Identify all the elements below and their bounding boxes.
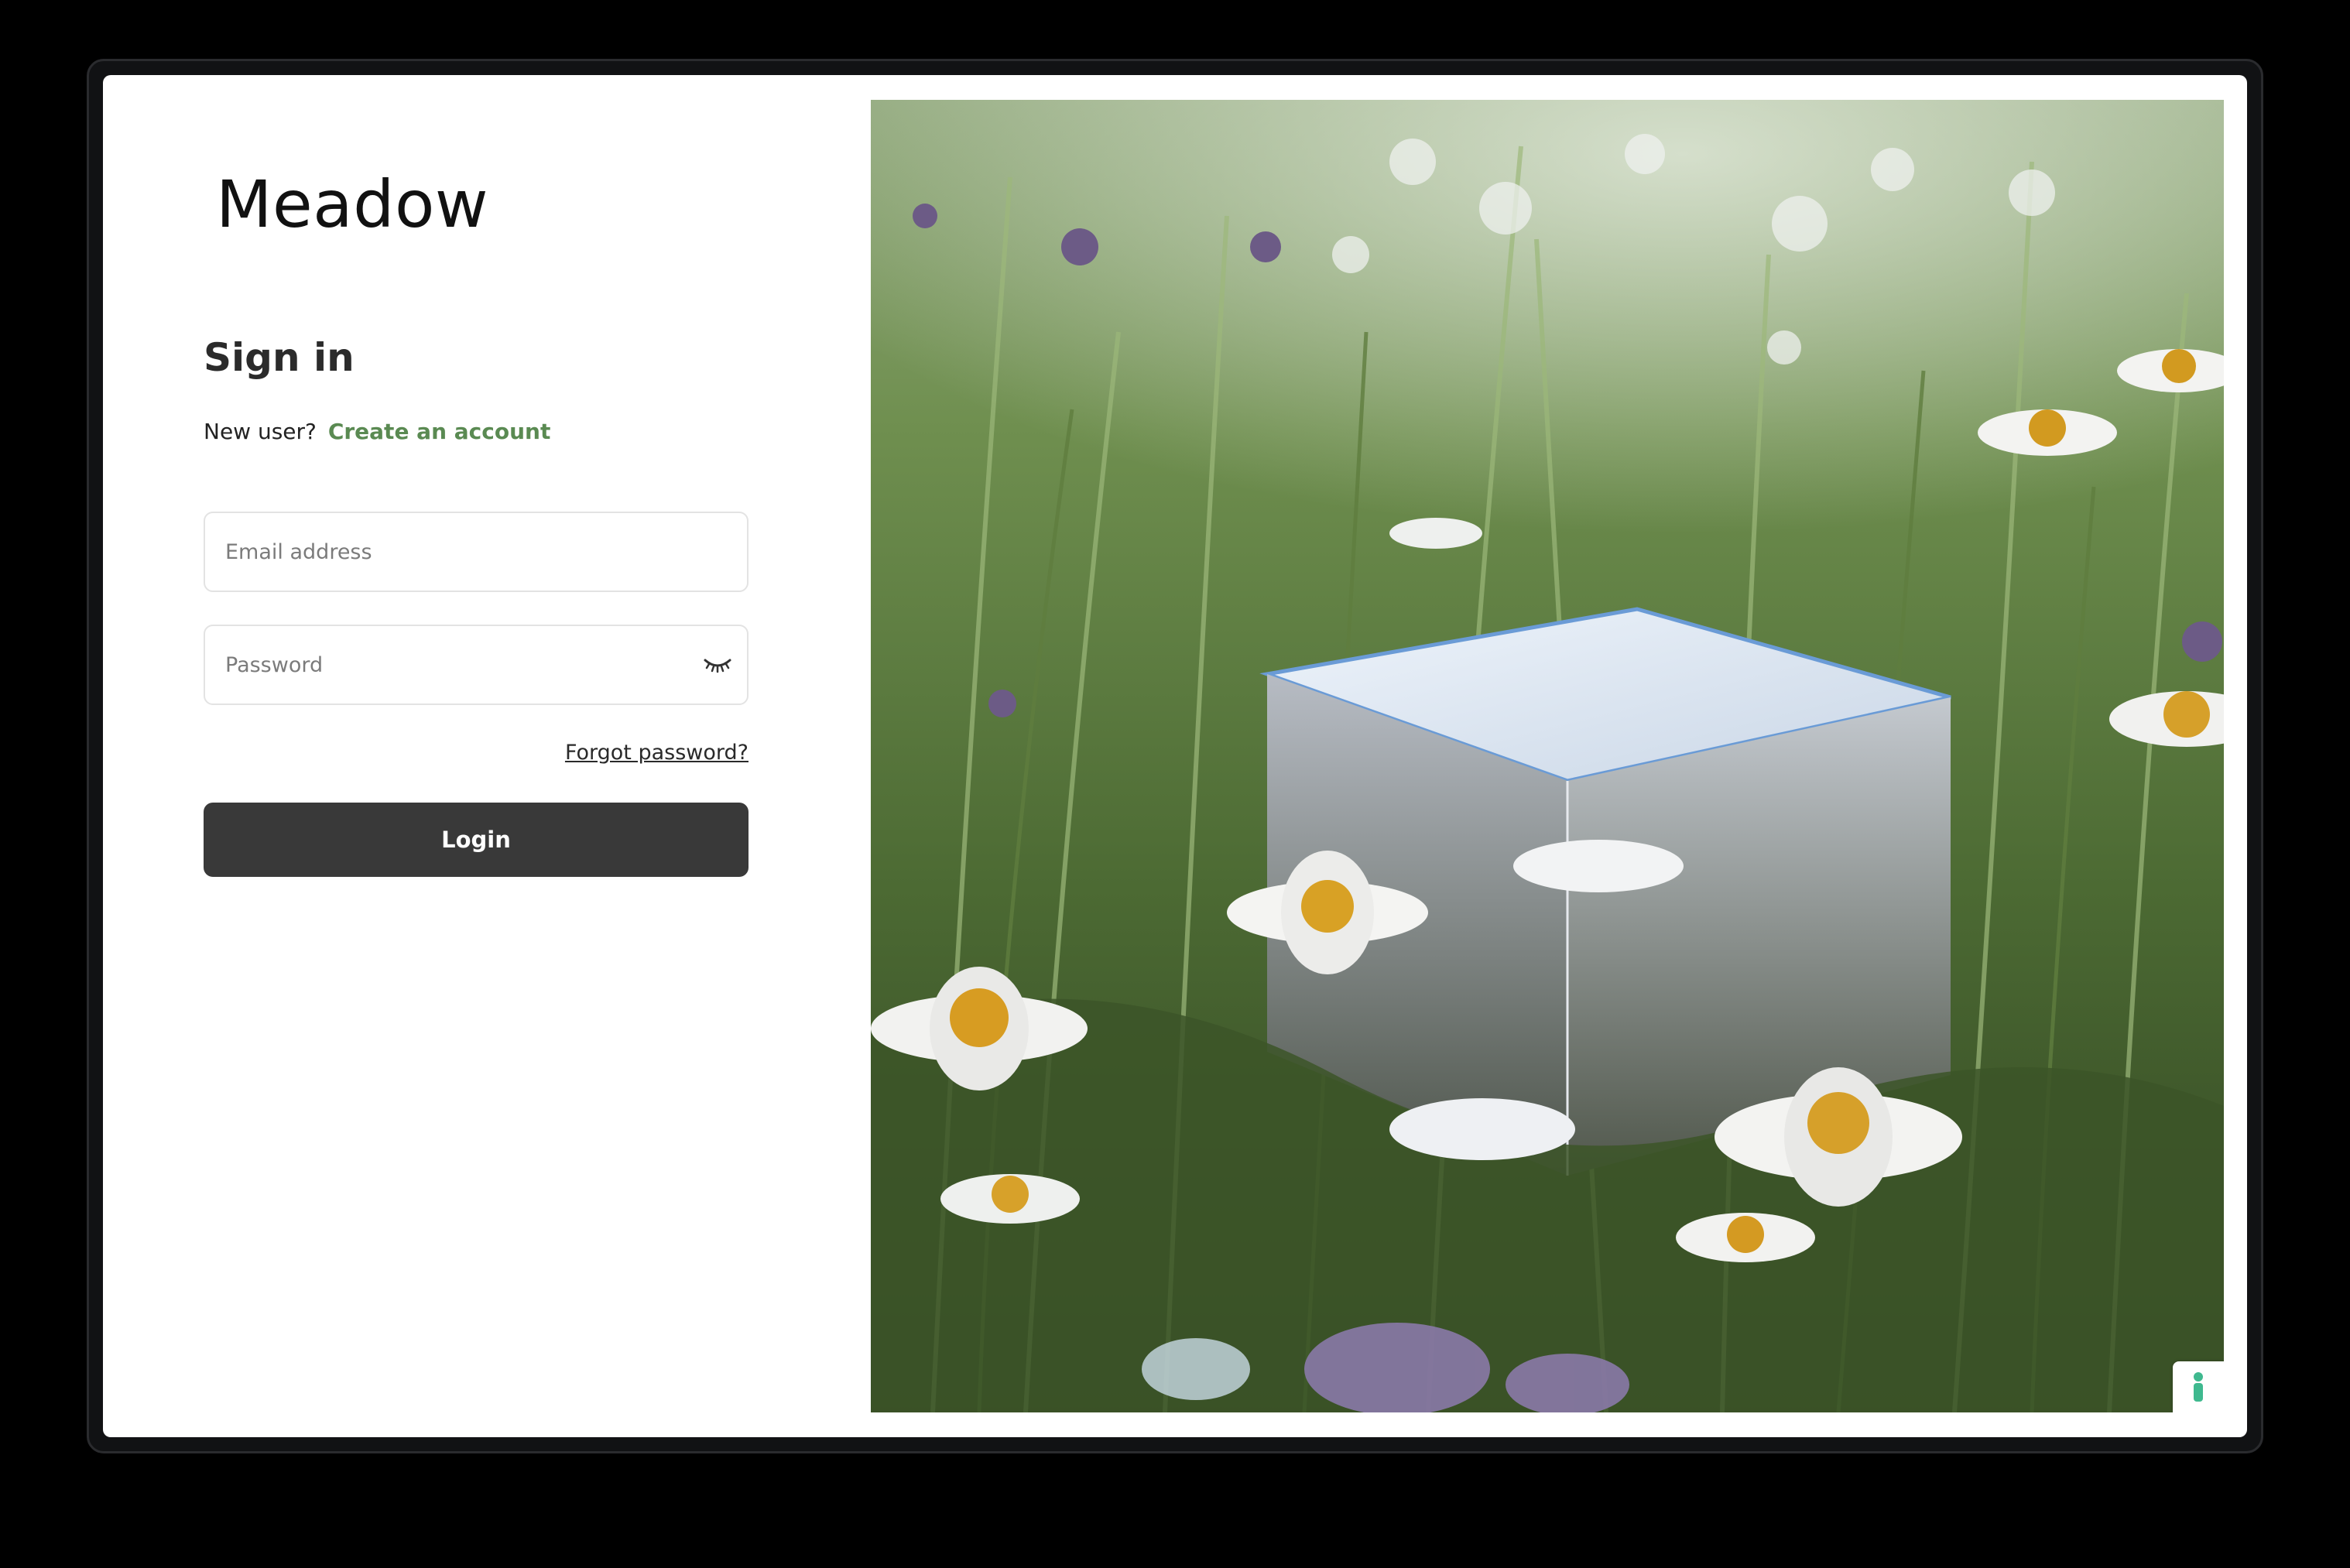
login-button[interactable]: Login [204,803,749,877]
new-user-text: New user? [204,419,317,444]
email-input[interactable] [225,513,690,591]
feedback-button[interactable] [2173,1361,2224,1412]
page-title: Sign in [204,335,355,380]
device-frame: Meadow Sign in New user? Create an accou… [87,59,2263,1453]
password-field[interactable] [204,625,749,705]
meadow-cube-illustration [871,100,2224,1412]
signin-panel: Meadow Sign in New user? Create an accou… [103,75,954,1437]
forgot-password-label[interactable]: Forgot password? [565,741,749,765]
create-account-link[interactable]: Create an account [328,419,551,444]
new-user-prompt: New user? Create an account [204,419,550,444]
hero-image [871,100,2224,1412]
login-screen: Meadow Sign in New user? Create an accou… [103,75,2247,1437]
forgot-password-link[interactable]: Forgot password? [204,741,749,765]
password-input[interactable] [225,626,690,704]
figure-icon [2194,1372,2203,1402]
eye-closed-icon[interactable] [702,652,733,677]
email-field[interactable] [204,512,749,592]
brand-logo: Meadow [216,166,489,242]
